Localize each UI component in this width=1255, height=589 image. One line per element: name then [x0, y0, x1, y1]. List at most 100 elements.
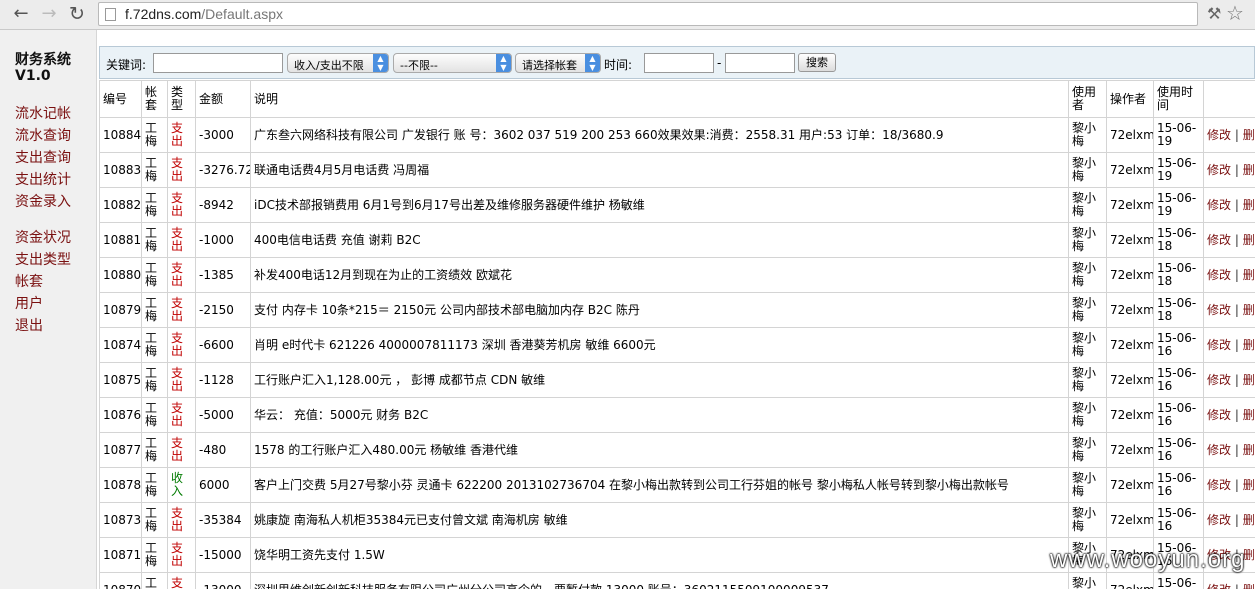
- category-select[interactable]: --不限-- ▲ ▼: [393, 53, 512, 73]
- sidebar-item-fund-status[interactable]: 资金状况: [15, 229, 71, 247]
- edit-link[interactable]: 修改: [1207, 408, 1231, 422]
- sidebar-item-ledger-query[interactable]: 流水查询: [15, 127, 71, 145]
- delete-link[interactable]: 删除: [1243, 128, 1255, 142]
- cell-book: 工梅: [141, 397, 168, 433]
- edit-link[interactable]: 修改: [1207, 373, 1231, 387]
- end-date-input[interactable]: [725, 53, 795, 73]
- delete-link[interactable]: 删除: [1243, 303, 1255, 317]
- sidebar-item-fund-entry[interactable]: 资金录入: [15, 193, 71, 211]
- cell-book: 工梅: [141, 432, 168, 468]
- cell-actions: 修改 | 删除: [1203, 572, 1255, 589]
- delete-link[interactable]: 删除: [1243, 233, 1255, 247]
- edit-link[interactable]: 修改: [1207, 233, 1231, 247]
- edit-link[interactable]: 修改: [1207, 583, 1231, 589]
- cell-user: 黎小梅: [1068, 327, 1107, 363]
- cell-type: 支出: [167, 152, 196, 188]
- cell-book: 工梅: [141, 502, 168, 538]
- delete-link[interactable]: 删除: [1243, 268, 1255, 282]
- date-separator: -: [717, 56, 722, 70]
- cell-description: 饶华明工资先支付 1.5W: [250, 537, 1069, 573]
- sidebar-item-expense-stats[interactable]: 支出统计: [15, 171, 71, 189]
- cell-actions: 修改 | 删除: [1203, 152, 1255, 188]
- delete-link[interactable]: 删除: [1243, 338, 1255, 352]
- edit-link[interactable]: 修改: [1207, 198, 1231, 212]
- delete-link[interactable]: 删除: [1243, 198, 1255, 212]
- cell-book: 工梅: [141, 537, 168, 573]
- cell-amount: -3000: [195, 117, 251, 153]
- edit-link[interactable]: 修改: [1207, 268, 1231, 282]
- sidebar-item-expense-types[interactable]: 支出类型: [15, 251, 71, 269]
- cell-date: 15-06-16: [1153, 327, 1204, 363]
- address-bar[interactable]: f.72dns.com/Default.aspx: [98, 2, 1198, 26]
- search-button[interactable]: 搜索: [798, 53, 836, 72]
- cell-amount: -480: [195, 432, 251, 468]
- sidebar-item-ledger-entry[interactable]: 流水记帐: [15, 105, 71, 123]
- cell-actions: 修改 | 删除: [1203, 187, 1255, 223]
- cell-type: 支出: [167, 397, 196, 433]
- sidebar-item-users[interactable]: 用户: [15, 295, 43, 313]
- cell-user: 黎小梅: [1068, 152, 1107, 188]
- sidebar: 财务系统 V1.0 流水记帐 流水查询 支出查询 支出统计 资金录入 资金状况 …: [0, 30, 97, 589]
- back-arrow-icon[interactable]: ←: [10, 3, 32, 25]
- cell-user: 黎小梅: [1068, 397, 1107, 433]
- cell-user: 黎小梅: [1068, 187, 1107, 223]
- edit-link[interactable]: 修改: [1207, 478, 1231, 492]
- cell-book: 工梅: [141, 327, 168, 363]
- table-row: 10874 工梅 支出 -6600 肖明 e时代卡 621226 40000078111…: [99, 327, 1255, 363]
- delete-link[interactable]: 删除: [1243, 373, 1255, 387]
- cell-amount: -1000: [195, 222, 251, 258]
- sidebar-item-logout[interactable]: 退出: [15, 317, 43, 335]
- cell-amount: -2150: [195, 292, 251, 328]
- edit-link[interactable]: 修改: [1207, 163, 1231, 177]
- cell-type: 支出: [167, 502, 196, 538]
- cell-description: 400电信电话费 充值 谢莉 B2C: [250, 222, 1069, 258]
- edit-link[interactable]: 修改: [1207, 513, 1231, 527]
- delete-link[interactable]: 删除: [1243, 163, 1255, 177]
- cell-date: 15-06-16: [1153, 432, 1204, 468]
- edit-link[interactable]: 修改: [1207, 303, 1231, 317]
- delete-link[interactable]: 删除: [1243, 478, 1255, 492]
- cell-description: 华云： 充值：5000元 财务 B2C: [250, 397, 1069, 433]
- cell-user: 黎小梅: [1068, 222, 1107, 258]
- cell-type: 支出: [167, 222, 196, 258]
- cell-user: 黎小梅: [1068, 257, 1107, 293]
- sidebar-item-expense-query[interactable]: 支出查询: [15, 149, 71, 167]
- account-book-select[interactable]: 请选择帐套 ▲ ▼: [515, 53, 601, 73]
- cell-amount: -8942: [195, 187, 251, 223]
- delete-link[interactable]: 删除: [1243, 443, 1255, 457]
- cell-operator: 72elxm: [1106, 117, 1154, 153]
- action-separator: |: [1231, 442, 1243, 457]
- browser-toolbar: ← → ↻ f.72dns.com/Default.aspx ⚒ ☆: [0, 0, 1255, 30]
- cell-id: 10877: [99, 432, 142, 468]
- cell-actions: 修改 | 删除: [1203, 222, 1255, 258]
- delete-link[interactable]: 删除: [1243, 583, 1255, 589]
- sidebar-item-account-books[interactable]: 帐套: [15, 273, 43, 291]
- forward-arrow-icon[interactable]: →: [38, 3, 60, 25]
- header-amount: 金额: [195, 80, 251, 118]
- action-separator: |: [1231, 302, 1243, 317]
- cell-date: 15-06-16: [1153, 467, 1204, 503]
- edit-link[interactable]: 修改: [1207, 128, 1231, 142]
- cell-book: 工梅: [141, 292, 168, 328]
- reload-icon[interactable]: ↻: [66, 3, 88, 25]
- bookmark-star-icon[interactable]: ☆: [1226, 1, 1244, 25]
- action-separator: |: [1231, 407, 1243, 422]
- cell-id: 10884: [99, 117, 142, 153]
- type-select[interactable]: 收入/支出不限 ▲ ▼: [287, 53, 389, 73]
- extension-icon[interactable]: ⚒: [1207, 4, 1221, 23]
- cell-user: 黎小梅: [1068, 292, 1107, 328]
- keyword-input[interactable]: [153, 53, 283, 73]
- start-date-input[interactable]: [644, 53, 714, 73]
- cell-amount: 6000: [195, 467, 251, 503]
- cell-user: 黎小梅: [1068, 117, 1107, 153]
- edit-link[interactable]: 修改: [1207, 443, 1231, 457]
- action-separator: |: [1231, 512, 1243, 527]
- table-row: 10873 工梅 支出 -35384 姚康旋 南海私人机柜35384元已支付曾文斌 南海…: [99, 502, 1255, 538]
- cell-amount: -1385: [195, 257, 251, 293]
- edit-link[interactable]: 修改: [1207, 338, 1231, 352]
- cell-description: 深圳思维创新创新科技服务有限公司广州分公司高企的，要暂付款 13000 账号：3…: [250, 572, 1069, 589]
- cell-actions: 修改 | 删除: [1203, 362, 1255, 398]
- delete-link[interactable]: 删除: [1243, 513, 1255, 527]
- cell-description: iDC技术部报销费用 6月1号到6月17号出差及维修服务器硬件维护 杨敏维: [250, 187, 1069, 223]
- delete-link[interactable]: 删除: [1243, 408, 1255, 422]
